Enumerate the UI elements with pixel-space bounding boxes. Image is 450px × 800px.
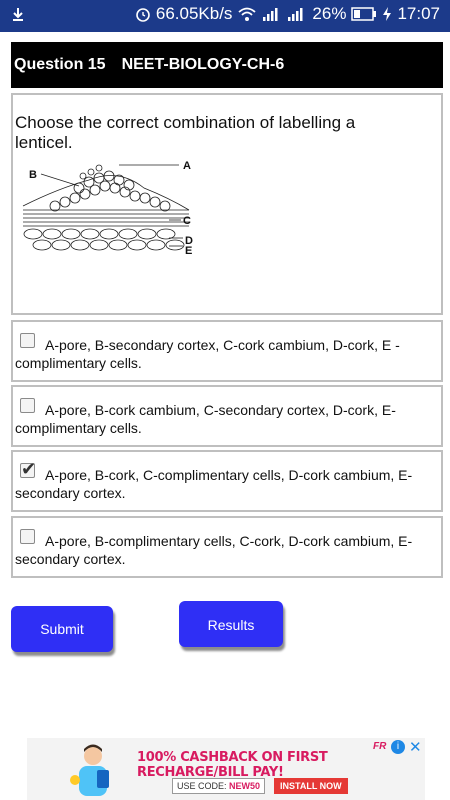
diagram-label-b: B — [29, 169, 37, 181]
signal-sim1-icon — [263, 8, 278, 21]
option-4[interactable]: A-pore, B-complimentary cells, C-cork, D… — [11, 516, 443, 578]
submit-button[interactable]: Submit — [11, 606, 113, 652]
network-speed: 66.05Kb/s — [155, 4, 233, 23]
ad-headline: 100% CASHBACK ON FIRST RECHARGE/BILL PAY… — [137, 750, 328, 780]
signal-sim2-icon — [288, 8, 303, 21]
wifi-icon — [238, 7, 257, 21]
ad-info-icon[interactable]: i — [391, 740, 405, 754]
battery-percent: 26% — [312, 4, 347, 23]
lenticel-diagram: A B C D E — [22, 160, 193, 257]
status-bar: 66.05Kb/s 26% 17:07 — [0, 0, 450, 32]
option-2-label: A-pore, B-cork cambium, C-secondary cort… — [15, 402, 396, 436]
diagram-label-c: C — [183, 215, 191, 227]
ad-brand-logo: FR — [373, 741, 387, 752]
ad-install-button[interactable]: INSTALL NOW — [274, 778, 348, 794]
alarm-icon — [136, 8, 150, 22]
ad-close-icon[interactable]: ✕ — [409, 738, 422, 756]
option-2[interactable]: A-pore, B-cork cambium, C-secondary cort… — [11, 385, 443, 447]
clock: 17:07 — [397, 4, 440, 23]
ad-promo-code: USE CODE: NEW50 — [172, 778, 266, 794]
ad-banner[interactable]: 100% CASHBACK ON FIRST RECHARGE/BILL PAY… — [27, 738, 425, 800]
battery-icon — [351, 7, 377, 21]
question-number: Question 15 — [14, 56, 106, 73]
ad-code-value: NEW50 — [229, 781, 261, 791]
question-header: Question 15 NEET-BIOLOGY-CH-6 — [11, 42, 443, 88]
option-4-label: A-pore, B-complimentary cells, C-cork, D… — [15, 533, 413, 567]
download-icon — [13, 8, 23, 21]
option-3-label: A-pore, B-cork, C-complimentary cells, D… — [15, 467, 413, 501]
option-1-label: A-pore, B-secondary cortex, C-cork cambi… — [15, 337, 400, 371]
option-1[interactable]: A-pore, B-secondary cortex, C-cork cambi… — [11, 320, 443, 382]
option-3[interactable]: ✔ A-pore, B-cork, C-complimentary cells,… — [11, 450, 443, 512]
diagram-label-a: A — [183, 160, 191, 172]
diagram-label-e: E — [185, 245, 192, 257]
charging-icon — [383, 7, 392, 21]
question-text: Choose the correct combination of labell… — [15, 113, 356, 152]
ad-code-label: USE CODE: — [177, 781, 230, 791]
results-button[interactable]: Results — [179, 601, 283, 647]
question-card: Choose the correct combination of labell… — [11, 93, 443, 315]
ad-person-illustration — [70, 744, 109, 796]
chapter-title: NEET-BIOLOGY-CH-6 — [121, 56, 285, 73]
